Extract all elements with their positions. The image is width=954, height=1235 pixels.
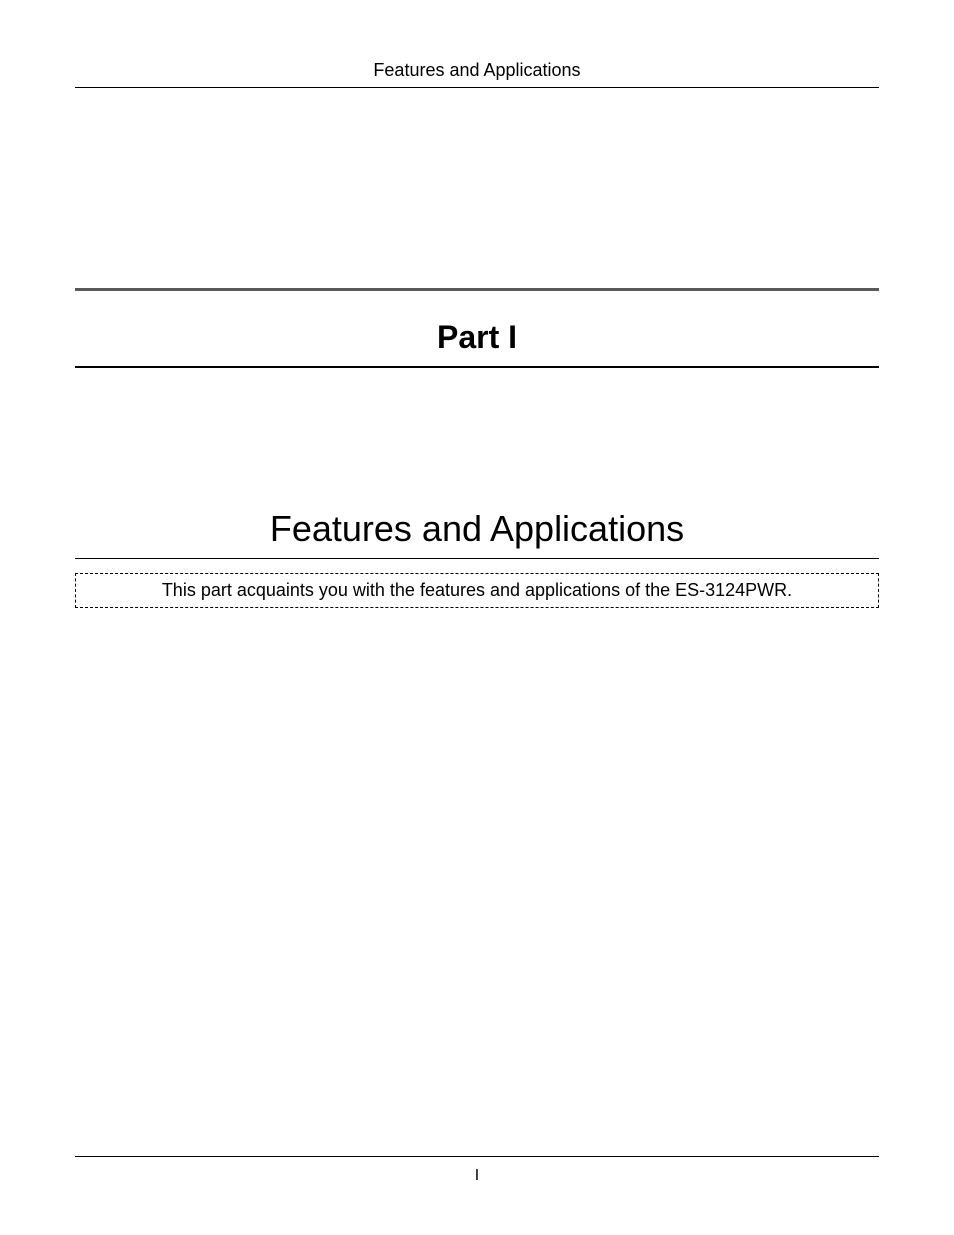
running-header: Features and Applications [75,60,879,87]
header-rule [75,87,879,88]
part-top-rule [75,288,879,291]
page-number: I [75,1167,879,1185]
footer: I [75,1156,879,1185]
description-box: This part acquaints you with the feature… [75,573,879,608]
section-title-rule [75,558,879,559]
section-title: Features and Applications [75,508,879,558]
footer-rule: I [75,1156,879,1185]
part-bottom-rule [75,366,879,368]
description-text: This part acquaints you with the feature… [162,580,792,600]
page-container: Features and Applications Part I Feature… [0,0,954,1235]
part-heading: Part I [75,319,879,366]
